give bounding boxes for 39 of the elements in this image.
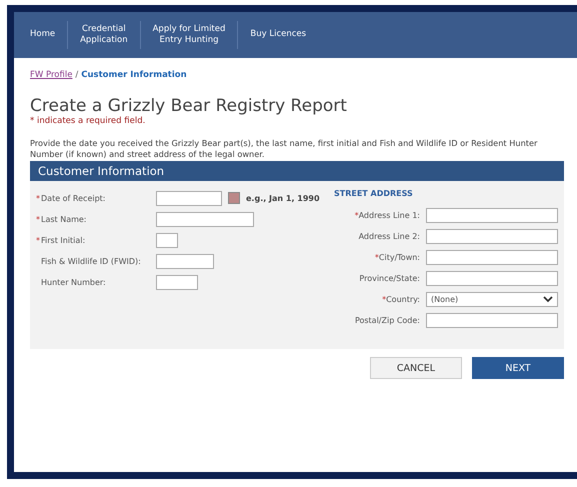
input-field[interactable] <box>426 208 558 223</box>
breadcrumb-current: Customer Information <box>81 70 187 80</box>
field-label: *Last Name: <box>36 214 88 224</box>
field-label: Province/State: <box>358 274 421 283</box>
section-header: Customer Information <box>30 161 564 182</box>
field-label: *Country: <box>381 294 421 304</box>
breadcrumb-separator: / <box>75 70 78 80</box>
field-label: Postal/Zip Code: <box>354 316 421 325</box>
page-title: Create a Grizzly Bear Registry Report <box>30 96 348 116</box>
cancel-button[interactable]: CANCEL <box>370 357 462 380</box>
nav-link[interactable]: Credential Application <box>68 24 140 46</box>
breadcrumb-link[interactable]: FW Profile <box>30 70 72 80</box>
nav-link[interactable]: Apply for Limited Entry Hunting <box>140 24 238 46</box>
required-note: * indicates a required field. <box>30 116 146 126</box>
field-label: Hunter Number: <box>40 278 107 287</box>
input-field[interactable] <box>156 232 178 248</box>
input-field[interactable] <box>156 274 198 290</box>
country-dropdown[interactable]: (None) <box>426 292 558 307</box>
input-field[interactable] <box>426 312 558 328</box>
nav-link[interactable]: Home <box>18 29 68 41</box>
date-field[interactable] <box>156 190 222 206</box>
nav-link[interactable]: Buy Licences <box>238 29 318 41</box>
next-button[interactable]: NEXT <box>472 357 564 380</box>
input-field[interactable] <box>156 212 254 227</box>
intro-text: Provide the date you received the Grizzly Bear part(s), the last name, first initial and Fish and Wildlife ID or Resident Hunter Number (if known) and street address of the legal owner. <box>30 138 538 160</box>
field-label: *First Initial: <box>36 236 86 245</box>
chevron-down-icon <box>543 296 553 303</box>
calendar-icon[interactable] <box>228 192 240 204</box>
date-hint: e.g., Jan 1, 1990 <box>246 194 320 203</box>
input-field[interactable] <box>426 250 558 265</box>
address-heading: STREET ADDRESS <box>334 189 414 200</box>
input-field[interactable] <box>426 270 558 286</box>
input-field[interactable] <box>426 228 558 244</box>
field-label: *City/Town: <box>374 252 421 262</box>
field-label: *Date of Receipt: <box>36 194 106 203</box>
input-field[interactable] <box>156 254 214 269</box>
field-label: Fish & Wildlife ID (FWID): <box>40 256 142 266</box>
field-label: *Address Line 1: <box>354 210 421 220</box>
field-label: Address Line 2: <box>358 232 421 241</box>
